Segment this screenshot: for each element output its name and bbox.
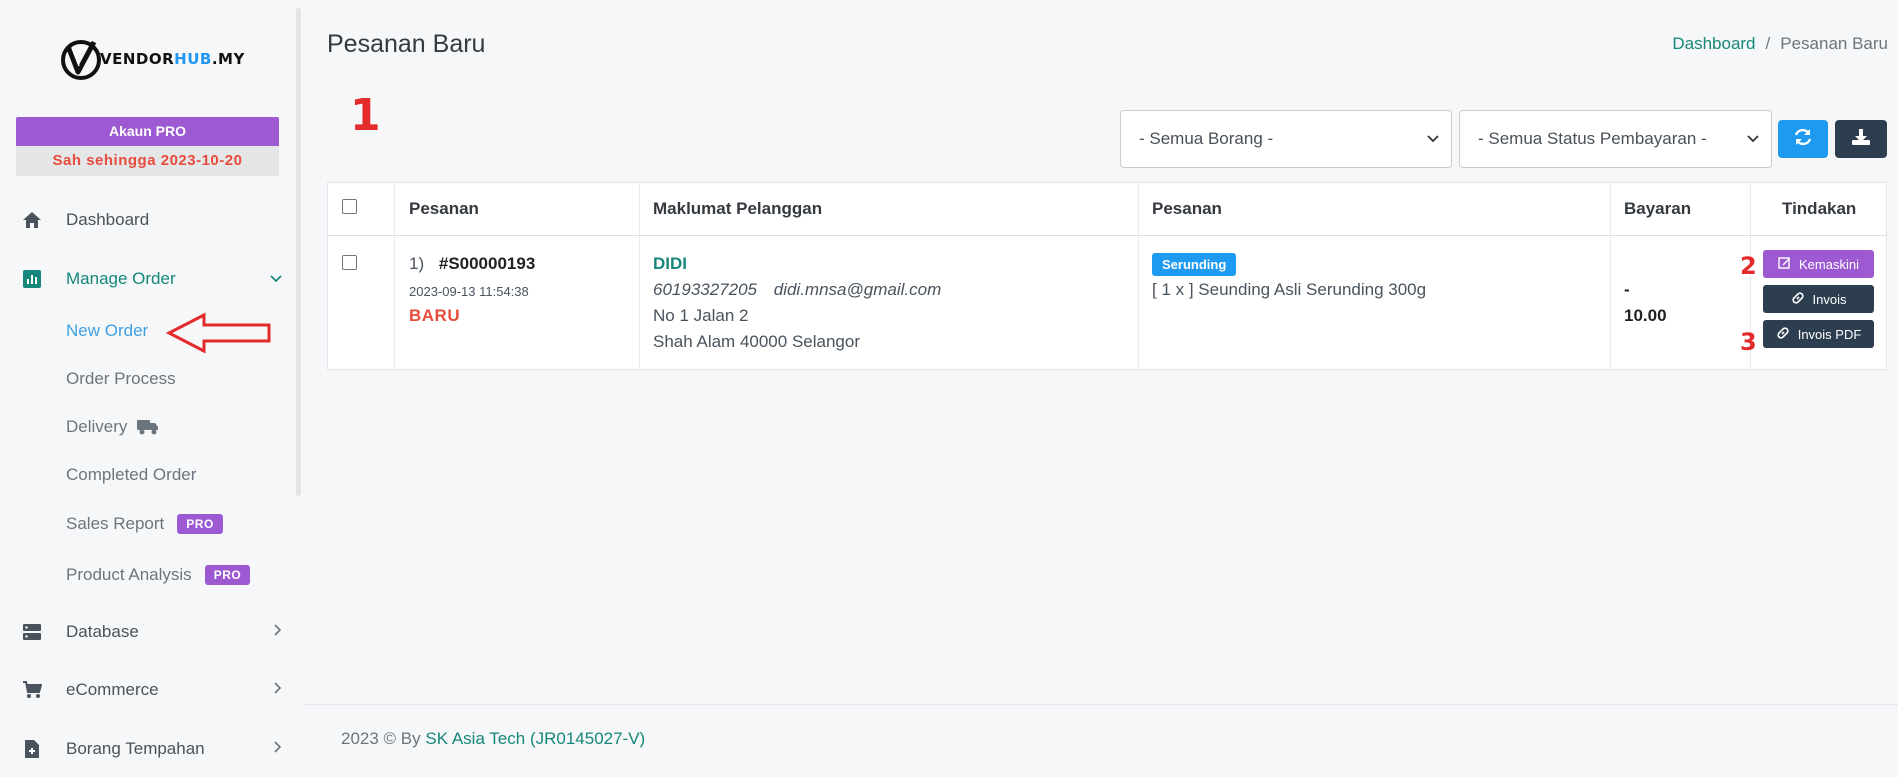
pro-valid-until: Sah sehingga 2023-10-20 bbox=[16, 146, 279, 176]
invoice-button[interactable]: Invois bbox=[1763, 285, 1874, 313]
chevron-right-icon bbox=[274, 740, 282, 756]
chart-icon bbox=[20, 267, 44, 291]
sidebar-item-label: Database bbox=[66, 622, 139, 641]
download-button[interactable] bbox=[1835, 120, 1887, 158]
sidebar-sub-label: Product Analysis bbox=[66, 565, 192, 584]
footer-company-link[interactable]: SK Asia Tech (JR0145027-V) bbox=[425, 729, 645, 748]
refresh-button[interactable] bbox=[1778, 120, 1828, 158]
file-plus-icon bbox=[20, 737, 44, 761]
customer-email: didi.mnsa@gmail.com bbox=[773, 280, 942, 299]
column-header-order[interactable]: Pesanan bbox=[409, 199, 479, 219]
sidebar-item-database[interactable]: Database bbox=[20, 620, 282, 644]
sidebar-item-label: Manage Order bbox=[66, 269, 176, 288]
sidebar-sub-label: Delivery bbox=[66, 417, 128, 436]
annotation-marker-2: 2 bbox=[1740, 252, 1757, 280]
customer-address-line2: Shah Alam 40000 Selangor bbox=[653, 332, 860, 351]
sidebar-item-manage-order[interactable]: Manage Order bbox=[20, 267, 282, 291]
chevron-right-icon bbox=[274, 623, 282, 639]
logo[interactable]: VENDORHUB.MY bbox=[58, 34, 244, 84]
breadcrumb: Dashboard / Pesanan Baru bbox=[1672, 34, 1888, 54]
column-header-customer[interactable]: Maklumat Pelanggan bbox=[653, 199, 822, 219]
order-status: BARU bbox=[409, 306, 461, 325]
invoice-label: Invois bbox=[1812, 291, 1847, 307]
select-all-checkbox[interactable] bbox=[342, 199, 357, 214]
order-id-cell: 1) #S00000193 bbox=[409, 254, 535, 274]
column-header-payment[interactable]: Bayaran bbox=[1624, 199, 1691, 219]
annotation-arrow-icon bbox=[165, 312, 272, 359]
home-icon bbox=[20, 208, 44, 232]
download-icon bbox=[1851, 128, 1871, 151]
breadcrumb-home-link[interactable]: Dashboard bbox=[1672, 34, 1755, 54]
column-header-items[interactable]: Pesanan bbox=[1152, 199, 1222, 219]
chevron-down-icon bbox=[1747, 131, 1759, 146]
chevron-down-icon bbox=[1427, 131, 1439, 146]
pro-account-title: Akaun PRO bbox=[16, 117, 279, 146]
footer-copyright: 2023 © By bbox=[341, 729, 426, 748]
sidebar-item-ecommerce[interactable]: eCommerce bbox=[20, 678, 282, 702]
customer-name: DIDI bbox=[653, 254, 687, 273]
sidebar-sub-order-process[interactable]: Order Process bbox=[66, 369, 176, 389]
sidebar-scrollbar[interactable] bbox=[296, 8, 301, 496]
column-header-action: Tindakan bbox=[1782, 199, 1857, 218]
invoice-pdf-label: Invois PDF bbox=[1797, 326, 1862, 342]
truck-icon bbox=[137, 419, 159, 435]
payment-status-value: - Semua Status Pembayaran - bbox=[1478, 129, 1707, 148]
edit-order-label: Kemaskini bbox=[1799, 256, 1859, 272]
customer-address-line1: No 1 Jalan 2 bbox=[653, 306, 749, 325]
chevron-down-icon bbox=[270, 270, 282, 286]
footer: 2023 © By SK Asia Tech (JR0145027-V) bbox=[304, 704, 1898, 777]
link-icon bbox=[1776, 326, 1790, 343]
sidebar-item-dashboard[interactable]: Dashboard bbox=[20, 208, 282, 232]
sidebar-sub-label: Sales Report bbox=[66, 514, 165, 533]
link-icon bbox=[1791, 291, 1805, 308]
payment-dash: - bbox=[1624, 280, 1630, 299]
pro-account-box: Akaun PRO Sah sehingga 2023-10-20 bbox=[16, 117, 279, 176]
sidebar-sub-label: Completed Order bbox=[66, 465, 197, 484]
sidebar-item-label: Borang Tempahan bbox=[66, 739, 205, 758]
form-filter-value: - Semua Borang - bbox=[1139, 129, 1274, 148]
footer-text: 2023 © By SK Asia Tech (JR0145027-V) bbox=[341, 729, 645, 749]
sidebar-sub-label: New Order bbox=[66, 321, 149, 340]
sidebar-sub-delivery[interactable]: Delivery bbox=[66, 417, 159, 437]
sidebar-sub-label: Order Process bbox=[66, 369, 176, 388]
sidebar-item-label: eCommerce bbox=[66, 680, 159, 699]
form-filter-select[interactable]: - Semua Borang - bbox=[1120, 110, 1452, 168]
logo-text: VENDORHUB.MY bbox=[100, 50, 245, 68]
edit-icon bbox=[1778, 256, 1791, 272]
sidebar: VENDORHUB.MY Akaun PRO Sah sehingga 2023… bbox=[0, 0, 302, 777]
sidebar-item-borang-tempahan[interactable]: Borang Tempahan bbox=[20, 737, 282, 761]
sidebar-sub-sales-report[interactable]: Sales Report PRO bbox=[66, 514, 223, 534]
sidebar-sub-product-analysis[interactable]: Product Analysis PRO bbox=[66, 565, 251, 585]
row-index: 1) bbox=[409, 254, 425, 273]
cart-icon bbox=[20, 678, 44, 702]
order-item-line: [ 1 x ] Seunding Asli Serunding 300g bbox=[1152, 280, 1427, 299]
page-title: Pesanan Baru bbox=[327, 30, 486, 58]
sidebar-sub-completed-order[interactable]: Completed Order bbox=[66, 465, 196, 485]
row-checkbox[interactable] bbox=[342, 255, 357, 270]
refresh-icon bbox=[1793, 128, 1813, 151]
orders-table: Pesanan Maklumat Pelanggan Pesanan Bayar… bbox=[327, 182, 1887, 370]
form-badge: Serunding bbox=[1152, 253, 1237, 276]
invoice-pdf-button[interactable]: Invois PDF bbox=[1763, 320, 1874, 348]
annotation-marker-3: 3 bbox=[1740, 328, 1757, 356]
payment-amount: 10.00 bbox=[1624, 306, 1667, 325]
sidebar-sub-new-order[interactable]: New Order bbox=[66, 321, 148, 341]
sidebar-item-label: Dashboard bbox=[66, 210, 150, 229]
pro-badge: PRO bbox=[177, 514, 223, 534]
form-badge-cell: Serunding bbox=[1152, 253, 1237, 276]
breadcrumb-separator: / bbox=[1765, 34, 1771, 53]
chevron-right-icon bbox=[274, 681, 282, 697]
breadcrumb-current: Pesanan Baru bbox=[1780, 34, 1888, 53]
payment-status-select[interactable]: - Semua Status Pembayaran - bbox=[1459, 110, 1772, 168]
database-icon bbox=[20, 620, 44, 644]
edit-order-button[interactable]: Kemaskini bbox=[1763, 250, 1874, 278]
order-date: 2023-09-13 11:54:38 bbox=[409, 284, 529, 299]
customer-contact: 60193327205 didi.mnsa@gmail.com bbox=[653, 280, 941, 300]
customer-phone: 60193327205 bbox=[653, 280, 758, 299]
logo-mark-icon bbox=[58, 36, 104, 82]
order-number[interactable]: #S00000193 bbox=[439, 254, 535, 273]
pro-badge: PRO bbox=[204, 565, 251, 585]
annotation-marker-1: 1 bbox=[350, 90, 381, 141]
